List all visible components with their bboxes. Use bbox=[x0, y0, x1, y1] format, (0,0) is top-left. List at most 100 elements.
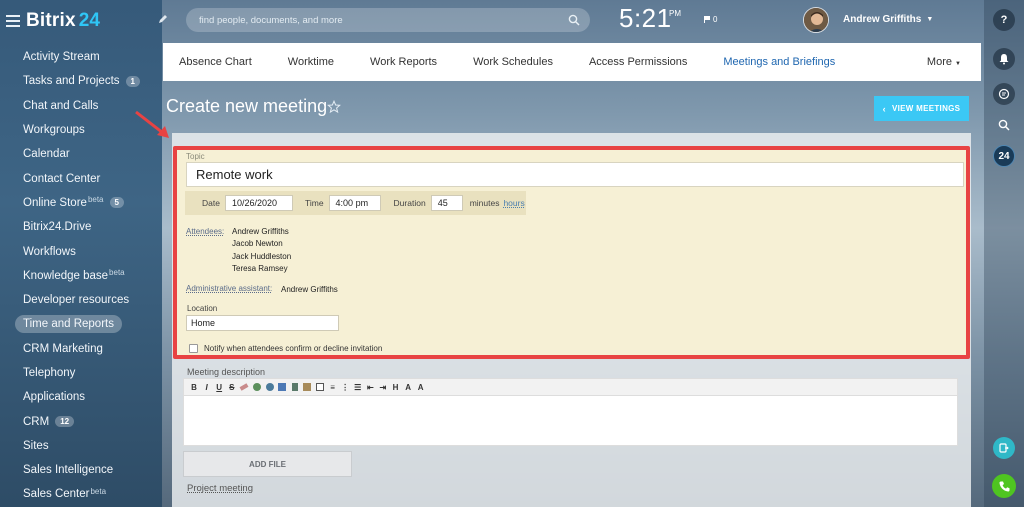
sidebar-item-workflows[interactable]: Workflows bbox=[0, 239, 162, 263]
right-rail: ? 24 bbox=[984, 0, 1024, 507]
minutes-label: minutes bbox=[469, 198, 500, 208]
logo-text[interactable]: Bitrix bbox=[26, 10, 76, 32]
admin-assistant-link[interactable]: Administrative assistant: bbox=[186, 284, 272, 293]
search-icon[interactable] bbox=[568, 14, 580, 26]
chevron-down-icon: ▼ bbox=[955, 61, 961, 67]
sidebar-item-knowledge-base[interactable]: Knowledge base beta bbox=[0, 264, 162, 288]
sidebar-item-tasks-and-projects[interactable]: Tasks and Projects 1 bbox=[0, 69, 162, 93]
numbered-list-icon[interactable]: ⋮ bbox=[340, 382, 350, 392]
eraser-icon[interactable] bbox=[239, 382, 249, 392]
indent-icon[interactable]: ⇥ bbox=[378, 382, 388, 392]
help-icon[interactable]: ? bbox=[993, 9, 1015, 31]
hours-link[interactable]: hours bbox=[503, 198, 524, 208]
sidebar-item-sales-center[interactable]: Sales Center beta bbox=[0, 482, 162, 506]
tab-work-schedules[interactable]: Work Schedules bbox=[473, 56, 553, 68]
bulleted-list-icon[interactable]: ☰ bbox=[353, 382, 363, 392]
tab-worktime[interactable]: Worktime bbox=[288, 56, 334, 68]
date-input[interactable]: 10/26/2020 bbox=[224, 195, 293, 211]
location-input[interactable]: Home bbox=[186, 315, 339, 331]
sidebar-item-calendar[interactable]: Calendar bbox=[0, 142, 162, 166]
heading-icon[interactable]: H bbox=[391, 382, 401, 392]
attendee-item: Jacob Newton bbox=[232, 239, 283, 249]
user-menu[interactable]: Andrew Griffiths ▼ bbox=[843, 14, 933, 25]
sidebar-item-applications[interactable]: Applications bbox=[0, 385, 162, 409]
align-icon[interactable]: ≡ bbox=[328, 382, 338, 392]
chevron-down-icon: ▼ bbox=[926, 16, 934, 23]
attendees-list: Andrew Griffiths Jacob Newton Jack Huddl… bbox=[232, 227, 291, 276]
description-editor[interactable] bbox=[183, 396, 958, 446]
outdent-icon[interactable]: ⇤ bbox=[365, 382, 375, 392]
flag-count-value: 0 bbox=[713, 15, 718, 24]
editor-toolbar: B I U S ≡ ⋮ ☰ ⇤ ⇥ H A A bbox=[183, 378, 958, 396]
unlink-icon[interactable] bbox=[265, 382, 275, 392]
sidebar-item-time-and-reports[interactable]: Time and Reports bbox=[0, 312, 162, 336]
menu-icon[interactable] bbox=[6, 15, 20, 27]
italic-icon[interactable]: I bbox=[202, 382, 212, 392]
sidebar-item-crm-marketing[interactable]: CRM Marketing bbox=[0, 337, 162, 361]
location-label: Location bbox=[187, 304, 218, 313]
count-badge: 12 bbox=[55, 416, 75, 428]
paste-icon[interactable] bbox=[302, 382, 312, 392]
notify-label: Notify when attendees confirm or decline… bbox=[204, 344, 383, 353]
chevron-left-icon: ‹ bbox=[882, 103, 886, 114]
sidebar-item-developer-resources[interactable]: Developer resources bbox=[0, 288, 162, 312]
time-input[interactable]: 4:00 pm bbox=[328, 195, 381, 211]
date-time-bar: Date 10/26/2020 Time 4:00 pm Duration 45… bbox=[185, 191, 526, 215]
add-file-button[interactable]: ADD FILE bbox=[183, 451, 352, 477]
section-tabs: Absence Chart Worktime Work Reports Work… bbox=[163, 43, 981, 81]
link-icon[interactable] bbox=[252, 382, 262, 392]
bitrix24-counter-badge[interactable]: 24 bbox=[993, 145, 1015, 167]
sidebar-item-telephony[interactable]: Telephony bbox=[0, 361, 162, 385]
avatar[interactable] bbox=[803, 7, 829, 33]
global-search[interactable] bbox=[186, 8, 590, 32]
sidebar-item-bitrix24-drive[interactable]: Bitrix24.Drive bbox=[0, 215, 162, 239]
avatar-portrait-icon bbox=[804, 8, 828, 32]
phone-icon[interactable] bbox=[992, 474, 1016, 498]
video-icon[interactable] bbox=[290, 382, 300, 392]
duration-input[interactable]: 45 bbox=[430, 195, 463, 211]
beta-tag: beta bbox=[87, 195, 104, 205]
clock-time[interactable]: 5:21 bbox=[619, 3, 672, 34]
notification-flag[interactable]: 0 bbox=[704, 15, 717, 24]
notify-checkbox[interactable] bbox=[189, 344, 198, 353]
open-channel-icon[interactable] bbox=[993, 437, 1015, 459]
strikethrough-icon[interactable]: S bbox=[227, 382, 237, 392]
user-name: Andrew Griffiths bbox=[843, 14, 922, 25]
tab-work-reports[interactable]: Work Reports bbox=[370, 56, 437, 68]
search-input[interactable] bbox=[186, 8, 590, 32]
sidebar-item-online-store[interactable]: Online Store beta 5 bbox=[0, 191, 162, 215]
image-icon[interactable] bbox=[277, 382, 287, 392]
time-label: Time bbox=[304, 198, 324, 208]
chat-icon[interactable] bbox=[993, 83, 1015, 105]
sidebar-item-crm[interactable]: CRM 12 bbox=[0, 409, 162, 433]
sidebar-item-activity-stream[interactable]: Activity Stream bbox=[0, 45, 162, 69]
pencil-icon[interactable] bbox=[158, 14, 168, 24]
logo-row: Bitrix 24 bbox=[6, 10, 100, 32]
project-meeting-link[interactable]: Project meeting bbox=[187, 483, 253, 494]
sidebar-item-sites[interactable]: Sites bbox=[0, 434, 162, 458]
bell-icon[interactable] bbox=[993, 48, 1015, 70]
star-icon[interactable] bbox=[327, 100, 341, 114]
page-title: Create new meeting bbox=[166, 96, 328, 116]
tab-more[interactable]: More ▼ bbox=[927, 56, 961, 68]
attendee-item: Jack Huddleston bbox=[232, 251, 292, 261]
notify-option[interactable]: Notify when attendees confirm or decline… bbox=[189, 344, 382, 353]
search-icon[interactable] bbox=[993, 114, 1015, 136]
left-sidebar: Bitrix 24 Activity Stream Tasks and Proj… bbox=[0, 0, 162, 507]
tab-access-permissions[interactable]: Access Permissions bbox=[589, 56, 687, 68]
topic-input[interactable]: Remote work bbox=[186, 162, 964, 187]
tab-meetings-and-briefings[interactable]: Meetings and Briefings bbox=[723, 56, 835, 68]
view-meetings-button[interactable]: ‹ VIEW MEETINGS bbox=[874, 96, 969, 121]
bold-icon[interactable]: B bbox=[189, 382, 199, 392]
font-size-icon[interactable]: A bbox=[403, 382, 413, 392]
underline-icon[interactable]: U bbox=[214, 382, 224, 392]
table-icon[interactable] bbox=[315, 382, 325, 392]
logo-number: 24 bbox=[78, 10, 100, 31]
sidebar-item-sales-intelligence[interactable]: Sales Intelligence bbox=[0, 458, 162, 482]
attendees-link[interactable]: Attendees: bbox=[186, 227, 224, 236]
description-label: Meeting description bbox=[187, 367, 266, 377]
topic-label: Topic bbox=[186, 152, 205, 161]
font-color-icon[interactable]: A bbox=[416, 382, 426, 392]
sidebar-item-contact-center[interactable]: Contact Center bbox=[0, 166, 162, 190]
tab-absence-chart[interactable]: Absence Chart bbox=[179, 56, 252, 68]
